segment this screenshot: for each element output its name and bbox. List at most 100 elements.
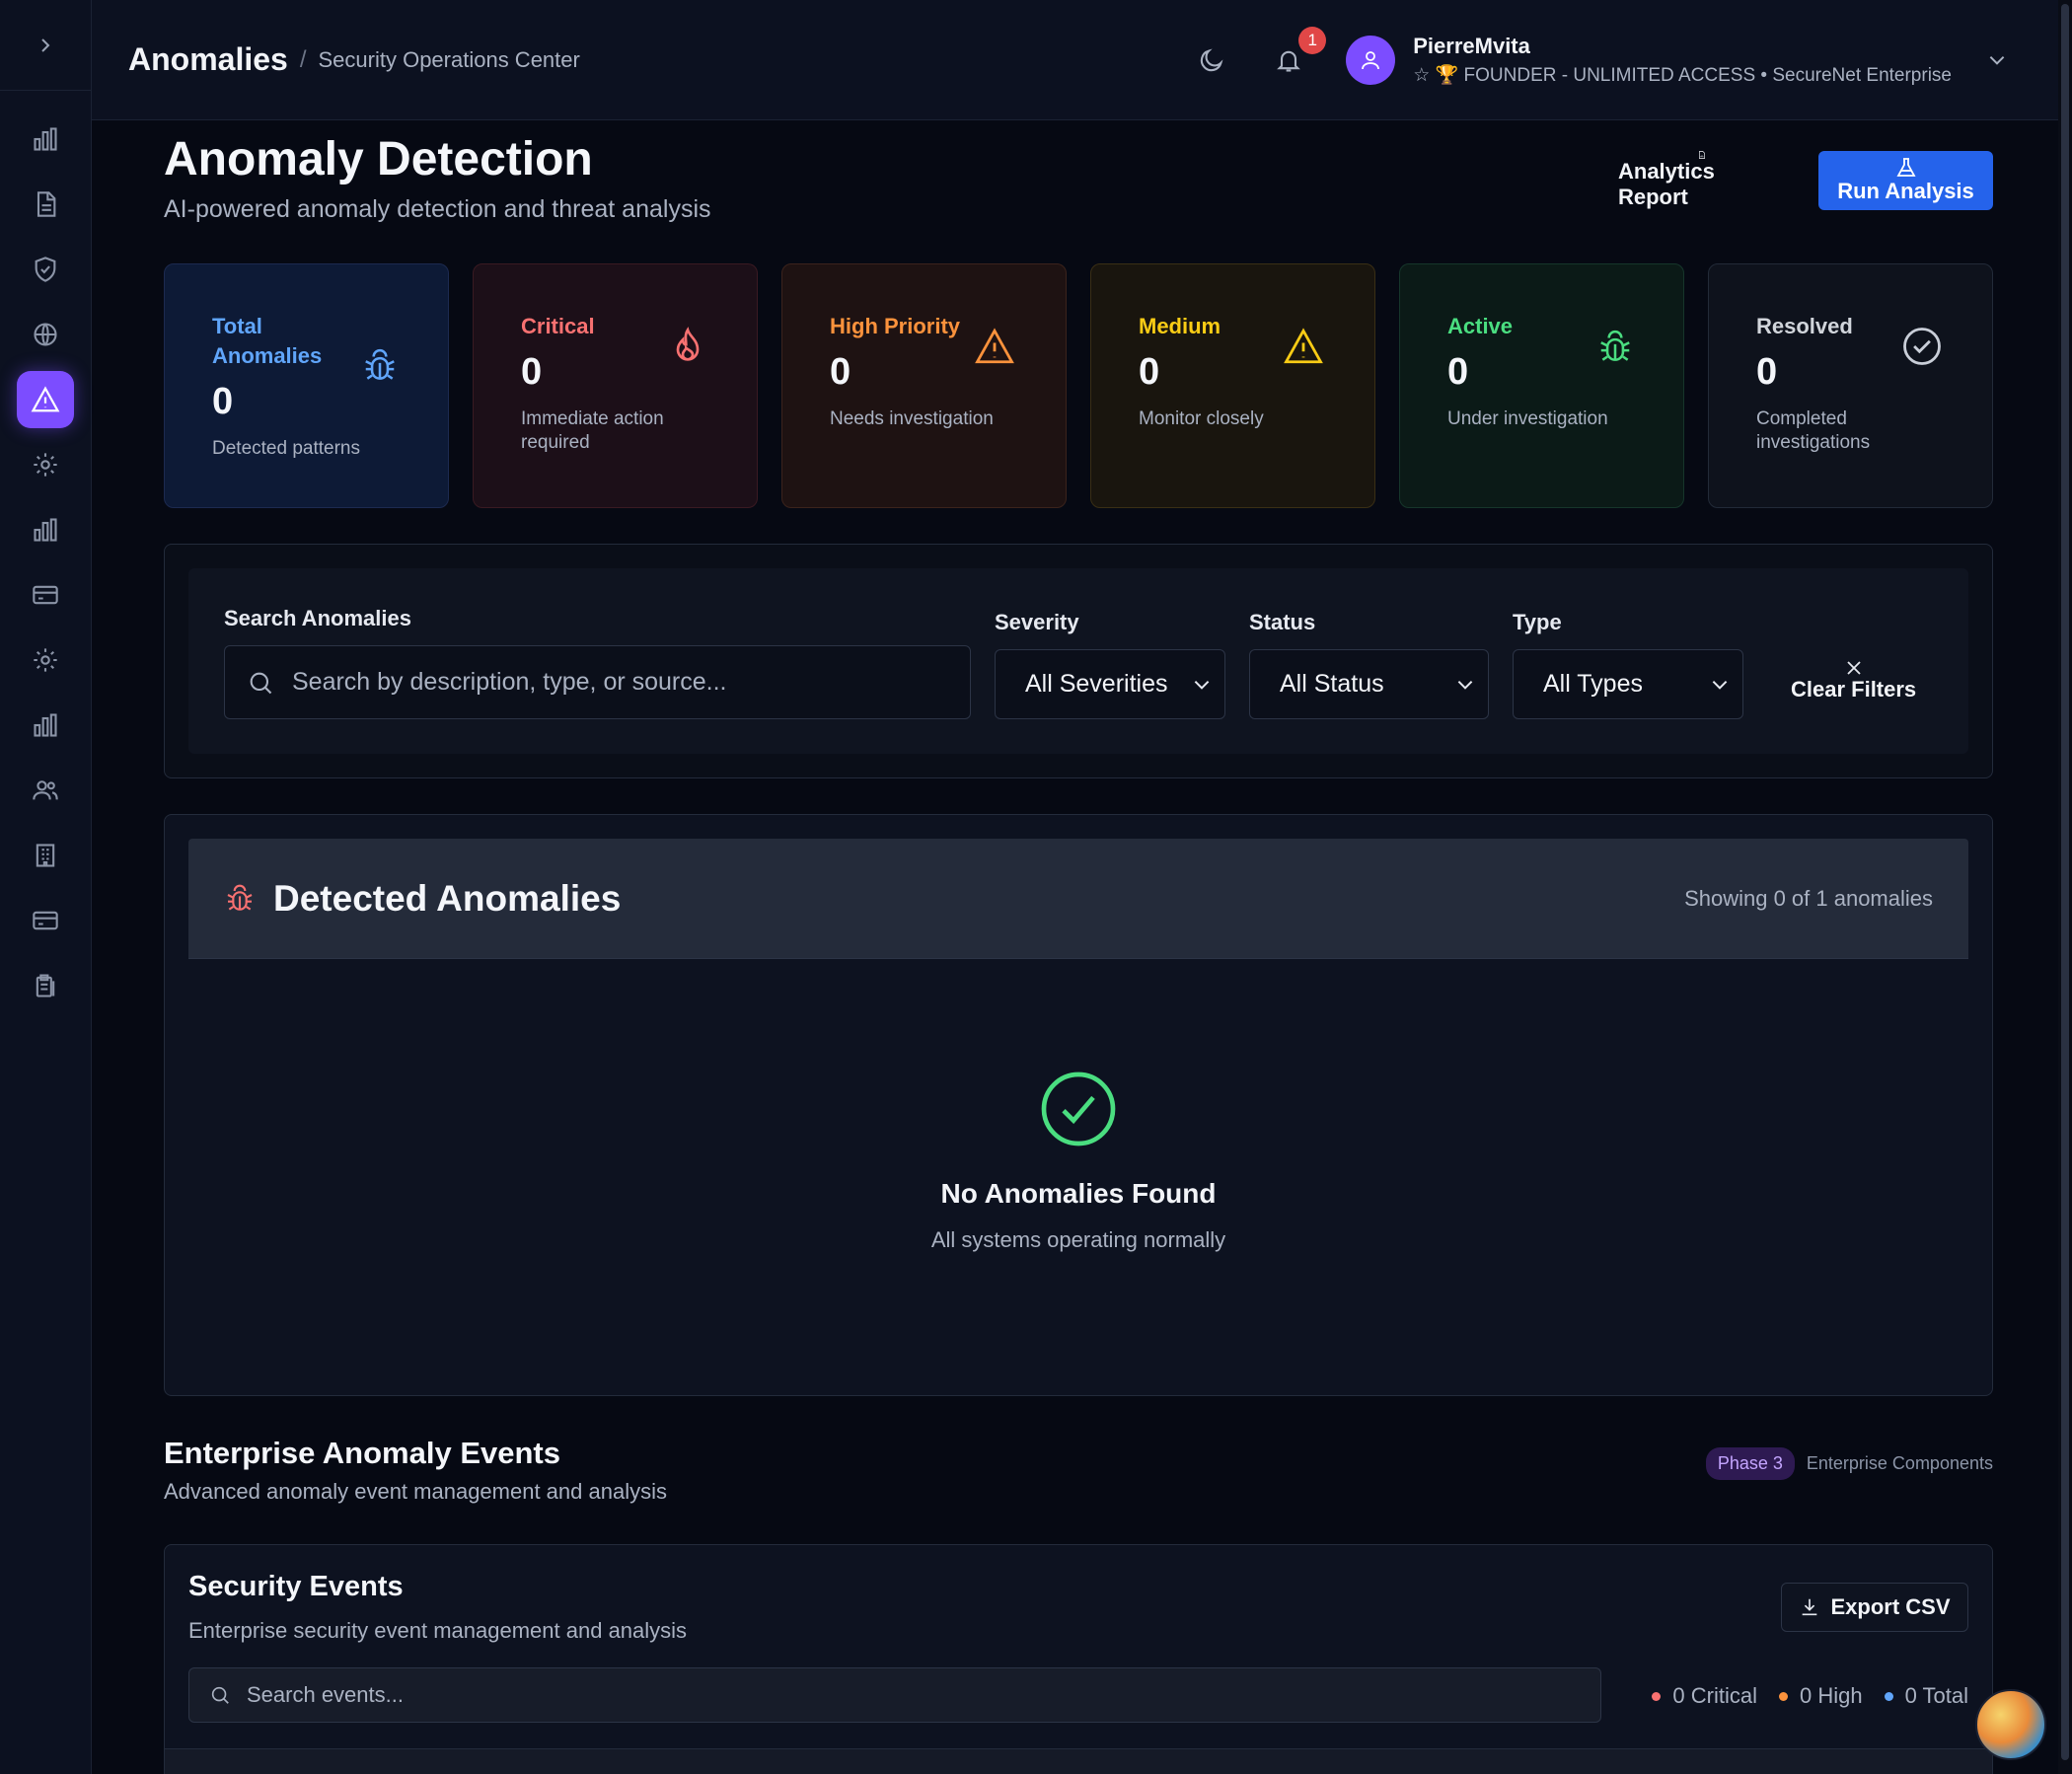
scrollbar-thumb[interactable] [2061, 4, 2069, 1760]
empty-state-title: No Anomalies Found [940, 1178, 1217, 1209]
sidebar-item-reports[interactable] [17, 176, 74, 233]
sidebar-item-settings[interactable] [17, 436, 74, 493]
stat-label: High Priority [830, 314, 961, 338]
stat-value: 0 [521, 351, 543, 393]
severity-select[interactable]: All Severities [995, 649, 1225, 719]
status-select[interactable]: All Status [1249, 649, 1489, 719]
building-icon [36, 844, 55, 867]
sidebar-item-metrics[interactable] [17, 697, 74, 754]
sidebar-expand-button[interactable] [0, 0, 91, 91]
bar-chart-icon [34, 713, 57, 737]
search-events-field[interactable] [188, 1667, 1601, 1723]
run-analysis-button[interactable]: Run Analysis [1818, 151, 1993, 210]
stat-value: 0 [212, 381, 234, 422]
stat-value: 0 [1756, 351, 1778, 393]
stat-value: 0 [1447, 351, 1469, 393]
bug-icon [1600, 330, 1630, 361]
file-chart-icon [1699, 151, 1705, 159]
breadcrumb-separator: / [299, 45, 307, 73]
clear-filters-button[interactable]: Clear Filters [1791, 659, 1916, 702]
status-selected-value: All Status [1280, 670, 1384, 698]
card-icon [33, 911, 58, 930]
alert-triangle-icon [31, 386, 60, 412]
page-scrollbar[interactable] [2058, 0, 2072, 1774]
stat-value: 0 [1139, 351, 1160, 393]
stat-card-critical: Critical 0 Immediate action required [473, 263, 758, 508]
stat-description: Monitor closely [1139, 408, 1264, 429]
sidebar-item-configuration[interactable] [17, 631, 74, 689]
type-selected-value: All Types [1543, 670, 1643, 698]
check-circle-icon [1041, 1072, 1116, 1146]
sidebar-item-security[interactable] [17, 241, 74, 298]
chevron-down-icon [1457, 680, 1473, 690]
clear-filters-label: Clear Filters [1791, 677, 1917, 702]
sidebar-item-analytics[interactable] [17, 501, 74, 558]
enterprise-badges: Phase 3 Enterprise Components [1705, 1447, 1993, 1480]
enterprise-events-title: Enterprise Anomaly Events [164, 1436, 560, 1470]
main-content: Anomaly Detection AI-powered anomaly det… [164, 120, 1993, 1774]
export-csv-button[interactable]: Export CSV [1781, 1583, 1968, 1632]
stat-description: Completed investigations [1756, 408, 1871, 453]
theme-toggle-button[interactable] [1192, 40, 1231, 80]
sidebar-item-compliance[interactable] [17, 957, 74, 1014]
page-header: Anomaly Detection AI-powered anomaly det… [164, 120, 1993, 263]
event-stats: 0 Critical 0 High 0 Total [1630, 1683, 1968, 1709]
user-role: FOUNDER - UNLIMITED ACCESS [1463, 65, 1756, 86]
sidebar-item-network[interactable] [17, 306, 74, 363]
phase-badge: Phase 3 [1705, 1447, 1795, 1480]
stat-label: Medium [1139, 314, 1221, 338]
sidebar-item-users[interactable] [17, 762, 74, 819]
stat-description: Immediate action required [521, 408, 664, 453]
security-events-subtitle: Enterprise security event management and… [188, 1618, 688, 1643]
detected-anomalies-header: Detected Anomalies Showing 0 of 1 anomal… [188, 839, 1968, 959]
bar-chart-icon [34, 518, 57, 542]
moon-icon [1201, 48, 1223, 72]
chevron-down-icon [1989, 55, 2005, 65]
shield-icon [35, 257, 56, 282]
download-icon [1803, 1598, 1817, 1616]
page-subtitle: AI-powered anomaly detection and threat … [164, 195, 711, 223]
search-anomalies-field[interactable] [224, 645, 971, 719]
chevron-down-icon [1194, 680, 1210, 690]
user-menu-toggle[interactable] [1977, 40, 2017, 80]
analytics-report-label: Analytics Report [1618, 159, 1715, 209]
sidebar-item-payments[interactable] [17, 892, 74, 949]
events-table-header [165, 1748, 1992, 1774]
critical-count: 0 Critical [1652, 1683, 1757, 1709]
search-icon [250, 672, 272, 694]
top-bar: Anomalies / Security Operations Center 1… [92, 0, 2072, 120]
avatar[interactable] [1346, 36, 1396, 85]
notifications-button[interactable]: 1 [1269, 27, 1327, 80]
globe-icon [34, 323, 57, 346]
sidebar-item-dashboard[interactable] [17, 111, 74, 168]
sidebar-item-organization[interactable] [17, 827, 74, 884]
critical-dot [1652, 1691, 1662, 1701]
assistant-orb-button[interactable] [1975, 1689, 2046, 1760]
clipboard-icon [36, 974, 55, 998]
search-icon [211, 1686, 229, 1704]
stat-card-high-priority: High Priority 0 Needs investigation [781, 263, 1067, 508]
stat-label: Total Anomalies [212, 314, 323, 368]
breadcrumb-subtitle: Security Operations Center [318, 46, 580, 72]
document-icon [37, 191, 56, 217]
stat-description: Under investigation [1447, 408, 1608, 429]
sidebar-item-anomalies[interactable] [17, 371, 74, 428]
sidebar-item-billing[interactable] [17, 566, 74, 624]
stat-label: Active [1447, 314, 1514, 338]
search-anomalies-input[interactable] [292, 668, 943, 697]
search-events-input[interactable] [247, 1682, 1529, 1708]
status-label: Status [1249, 610, 1316, 634]
analytics-report-button[interactable]: Analytics Report [1618, 151, 1786, 210]
bug-icon [227, 884, 253, 911]
stats-row: Total Anomalies 0 Detected patterns Crit… [164, 263, 1993, 508]
user-organization: SecureNet Enterprise [1772, 65, 1952, 86]
page-breadcrumb-title: Anomalies [128, 41, 288, 77]
run-analysis-label: Run Analysis [1837, 179, 1974, 203]
filters-inner: Search Anomalies Severity All Severities… [188, 568, 1968, 754]
user-info[interactable]: PierreMvita ☆ 🏆 FOUNDER - UNLIMITED ACCE… [1413, 34, 1952, 87]
bell-icon [1277, 50, 1301, 72]
stat-label: Critical [521, 314, 595, 338]
check-circle-icon [1903, 328, 1941, 365]
alert-triangle-icon [1284, 328, 1323, 364]
type-select[interactable]: All Types [1513, 649, 1743, 719]
